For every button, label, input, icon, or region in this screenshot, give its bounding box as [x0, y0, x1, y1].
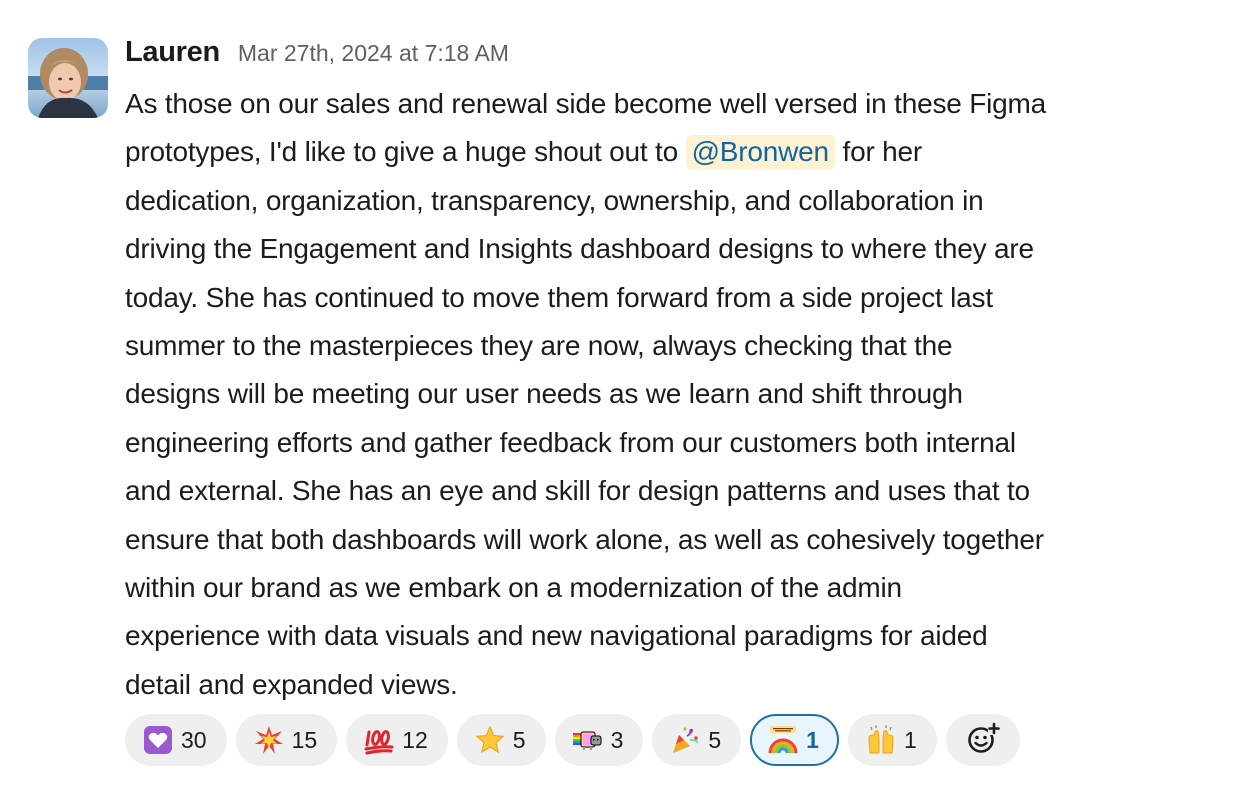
reaction-count: 1 — [806, 726, 819, 753]
reaction-purple-heart[interactable]: 30 — [125, 714, 227, 766]
message-text: for her — [834, 136, 923, 168]
message-line: and external. She has an eye and skill f… — [125, 475, 1030, 507]
reaction-count: 1 — [903, 726, 917, 753]
reaction-count: 15 — [291, 726, 318, 753]
reaction-star[interactable]: 5 — [456, 714, 546, 766]
reaction-count: 5 — [708, 726, 722, 753]
message-body: As those on our sales and renewal side b… — [125, 80, 1221, 709]
thank-you-rainbow-icon — [768, 725, 798, 755]
message-header: Lauren Mar 27th, 2024 at 7:18 AM — [125, 36, 1225, 76]
add-reaction-icon — [966, 721, 1000, 760]
message-line: today. She has continued to move them fo… — [125, 281, 993, 313]
user-mention[interactable]: @Bronwen — [685, 135, 835, 171]
reaction-nyan-cat[interactable]: 3 — [554, 714, 644, 766]
star-icon — [475, 725, 505, 755]
message-line: detail and expanded views. — [125, 668, 458, 700]
message-line: experience with data visuals and new nav… — [125, 620, 988, 652]
message: Lauren Mar 27th, 2024 at 7:18 AM As thos… — [28, 36, 1228, 776]
message-content: Lauren Mar 27th, 2024 at 7:18 AM As thos… — [125, 36, 1225, 766]
reaction-count: 12 — [402, 726, 428, 753]
message-line: As those on our sales and renewal side b… — [125, 88, 1046, 119]
party-popper-icon — [670, 725, 700, 755]
message-line: engineering efforts and gather feedback … — [125, 426, 1016, 458]
hundred-points-icon — [364, 725, 394, 755]
nyan-cat-icon — [572, 725, 603, 755]
message-line: dedication, organization, transparency, … — [125, 184, 984, 216]
reaction-raising-hands[interactable]: 1 — [847, 714, 937, 766]
collision-icon — [254, 725, 284, 755]
message-line: within our brand as we embark on a moder… — [125, 572, 902, 604]
reaction-collision[interactable]: 15 — [235, 714, 338, 766]
message-line: driving the Engagement and Insights dash… — [125, 233, 1034, 265]
reaction-count: 5 — [512, 726, 526, 753]
message-text: prototypes, I'd like to give a huge shou… — [125, 136, 686, 168]
reaction-count: 30 — [181, 726, 207, 753]
message-line: prototypes, I'd like to give a huge shou… — [125, 128, 1221, 176]
reaction-count: 3 — [610, 726, 624, 753]
raising-hands-icon — [866, 725, 896, 755]
reaction-party-popper[interactable]: 5 — [652, 714, 742, 766]
author-name[interactable]: Lauren — [125, 36, 220, 69]
message-line: designs will be meeting our user needs a… — [125, 378, 963, 410]
message-line: summer to the masterpieces they are now,… — [125, 330, 953, 362]
message-line: ensure that both dashboards will work al… — [125, 523, 1044, 555]
purple-heart-icon — [143, 725, 173, 755]
timestamp[interactable]: Mar 27th, 2024 at 7:18 AM — [238, 40, 509, 67]
reaction-thank-you-rainbow[interactable]: 1 — [750, 714, 839, 766]
add-reaction-button[interactable] — [945, 714, 1020, 766]
reactions-bar: 30 15 12 5 3 5 1 1 — [125, 714, 1020, 766]
reaction-hundred-points[interactable]: 12 — [346, 714, 448, 766]
avatar[interactable] — [28, 38, 108, 118]
